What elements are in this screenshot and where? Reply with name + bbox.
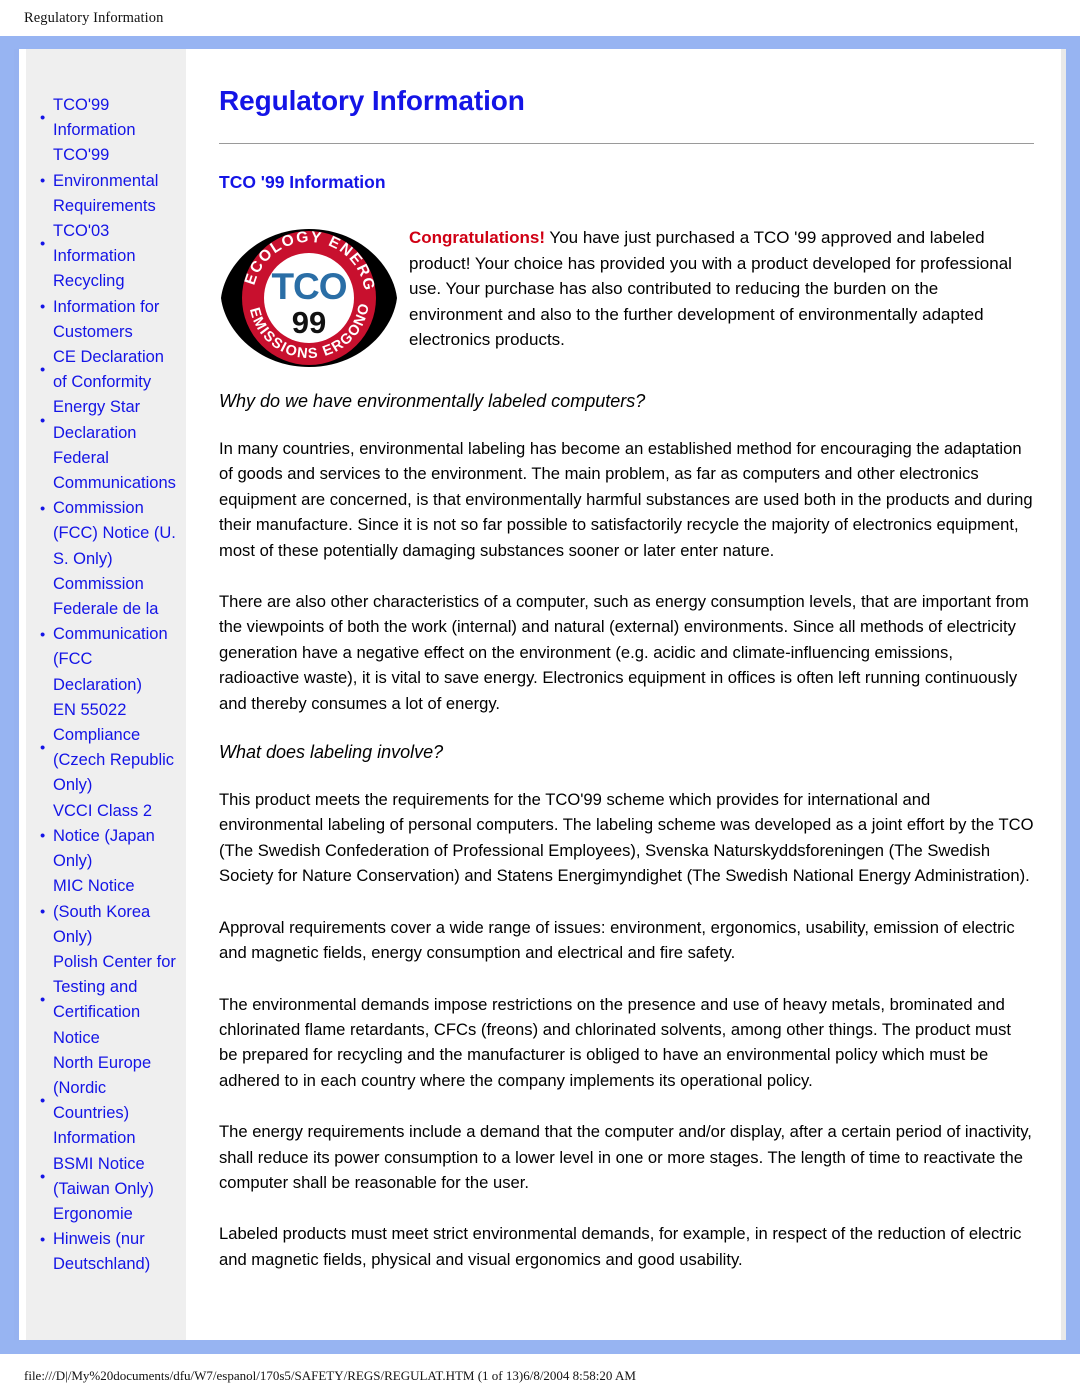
sidebar-item-label: Commission Federale de la Communication …	[53, 574, 168, 694]
bullet-icon: •	[40, 235, 46, 253]
bullet-icon: •	[40, 903, 46, 921]
paragraph-environmental-demands: The environmental demands impose restric…	[219, 994, 1011, 1090]
sidebar-item-ergonomie-hinweis[interactable]: • Ergonomie Hinweis (nur Deutschland)	[40, 1202, 178, 1278]
sidebar-item-label: Ergonomie Hinweis (nur Deutschland)	[53, 1204, 151, 1274]
heading-why-labeled-computers: Why do we have environmentally labeled c…	[219, 391, 646, 411]
sidebar-item-label: TCO'99 Environmental Requirements	[53, 146, 159, 215]
bullet-icon: •	[40, 361, 46, 379]
sidebar-item-label: VCCI Class 2 Notice (Japan Only)	[53, 801, 155, 871]
sidebar-item-tco99-environmental-requirements[interactable]: • TCO'99 Environmental Requirements	[40, 143, 178, 219]
intro-block: ECOLOGY ENERGY EMISSIONS ERGONOMICS TCO …	[219, 223, 1034, 371]
paragraph-energy-requirements: The energy requirements include a demand…	[219, 1122, 1032, 1192]
bullet-icon: •	[40, 1168, 46, 1186]
sidebar-item-energy-star-declaration[interactable]: • Energy Star Declaration	[40, 395, 178, 445]
sidebar-item-label: TCO'99 Information	[53, 96, 136, 140]
paragraph-energy-consumption: There are also other characteristics of …	[219, 592, 1029, 713]
bullet-icon: •	[40, 739, 46, 757]
bullet-icon: •	[40, 991, 46, 1009]
browser-status-bar: file:///D|/My%20documents/dfu/W7/espanol…	[0, 1354, 1080, 1397]
bullet-icon: •	[40, 412, 46, 430]
congratulations-emphasis: Congratulations!	[409, 228, 545, 247]
main-content: Regulatory Information TCO '99 Informati…	[186, 49, 1066, 1340]
sidebar-item-tco03-information[interactable]: • TCO'03 Information	[40, 219, 178, 269]
sidebar-item-label: North Europe (Nordic Countries) Informat…	[53, 1053, 152, 1148]
paragraph-approval-requirements: Approval requirements cover a wide range…	[219, 917, 1015, 963]
bullet-icon: •	[40, 1231, 46, 1249]
svg-text:99: 99	[292, 305, 326, 340]
sidebar-item-recycling-information[interactable]: • Recycling Information for Customers	[40, 269, 178, 345]
bullet-icon: •	[40, 109, 46, 127]
sidebar-item-tco99-information[interactable]: • TCO'99 Information	[40, 93, 178, 143]
sidebar-item-mic-notice[interactable]: • MIC Notice (South Korea Only)	[40, 874, 178, 950]
sidebar-item-label: CE Declaration of Conformity	[53, 348, 164, 392]
sidebar-item-label: EN 55022 Compliance (Czech Republic Only…	[53, 700, 175, 795]
sidebar-item-north-europe-information[interactable]: • North Europe (Nordic Countries) Inform…	[40, 1051, 178, 1152]
sidebar-item-bsmi-notice[interactable]: • BSMI Notice (Taiwan Only)	[40, 1152, 178, 1202]
sidebar-item-polish-center-notice[interactable]: • Polish Center for Testing and Certific…	[40, 950, 178, 1051]
sidebar-item-en55022-compliance[interactable]: • EN 55022 Compliance (Czech Republic On…	[40, 698, 178, 799]
svg-text:TCO: TCO	[271, 266, 346, 307]
sidebar-item-commission-federale[interactable]: • Commission Federale de la Communicatio…	[40, 572, 178, 698]
bullet-icon: •	[40, 172, 46, 190]
sidebar-link-list: • TCO'99 Information • TCO'99 Environmen…	[26, 93, 186, 1278]
sidebar-item-vcci-class2-notice[interactable]: • VCCI Class 2 Notice (Japan Only)	[40, 799, 178, 875]
browser-header-title: Regulatory Information	[24, 9, 164, 26]
paragraph-environmental-labeling: In many countries, environmental labelin…	[219, 439, 1033, 560]
bullet-icon: •	[40, 626, 46, 644]
section-heading-tco99: TCO '99 Information	[219, 172, 386, 192]
paragraph-tco99-scheme: This product meets the requirements for …	[219, 790, 1034, 886]
sidebar-item-fcc-notice[interactable]: • Federal Communications Commission (FCC…	[40, 446, 178, 572]
status-bar-file-path: file:///D|/My%20documents/dfu/W7/espanol…	[24, 1367, 636, 1383]
tco-99-logo: ECOLOGY ENERGY EMISSIONS ERGONOMICS TCO …	[219, 223, 409, 371]
paragraph-labeled-products: Labeled products must meet strict enviro…	[219, 1224, 1022, 1269]
sidebar-item-ce-declaration[interactable]: • CE Declaration of Conformity	[40, 345, 178, 395]
sidebar-item-label: Recycling Information for Customers	[53, 272, 160, 341]
tco-99-approval-logo-icon: ECOLOGY ENERGY EMISSIONS ERGONOMICS TCO …	[219, 225, 397, 367]
bullet-icon: •	[40, 827, 46, 845]
sidebar-item-label: Federal Communications Commission (FCC) …	[53, 448, 176, 568]
sidebar-item-label: Energy Star Declaration	[53, 398, 141, 442]
browser-page-header: Regulatory Information	[0, 0, 1080, 36]
sidebar-item-label: Polish Center for Testing and Certificat…	[53, 952, 176, 1047]
title-divider	[219, 143, 1034, 144]
bullet-icon: •	[40, 500, 46, 518]
page-title: Regulatory Information	[219, 85, 525, 116]
sidebar-navigation: • TCO'99 Information • TCO'99 Environmen…	[26, 49, 186, 1340]
congratulations-paragraph: Congratulations! You have just purchased…	[409, 223, 1034, 353]
bullet-icon: •	[40, 298, 46, 316]
document-inner: • TCO'99 Information • TCO'99 Environmen…	[14, 49, 1066, 1340]
sidebar-item-label: BSMI Notice (Taiwan Only)	[53, 1154, 154, 1198]
sidebar-item-label: MIC Notice (South Korea Only)	[53, 877, 151, 946]
document-frame: • TCO'99 Information • TCO'99 Environmen…	[0, 36, 1080, 1354]
heading-what-does-labeling-involve: What does labeling involve?	[219, 742, 444, 763]
sidebar-item-label: TCO'03 Information	[53, 222, 136, 266]
bullet-icon: •	[40, 1092, 46, 1110]
